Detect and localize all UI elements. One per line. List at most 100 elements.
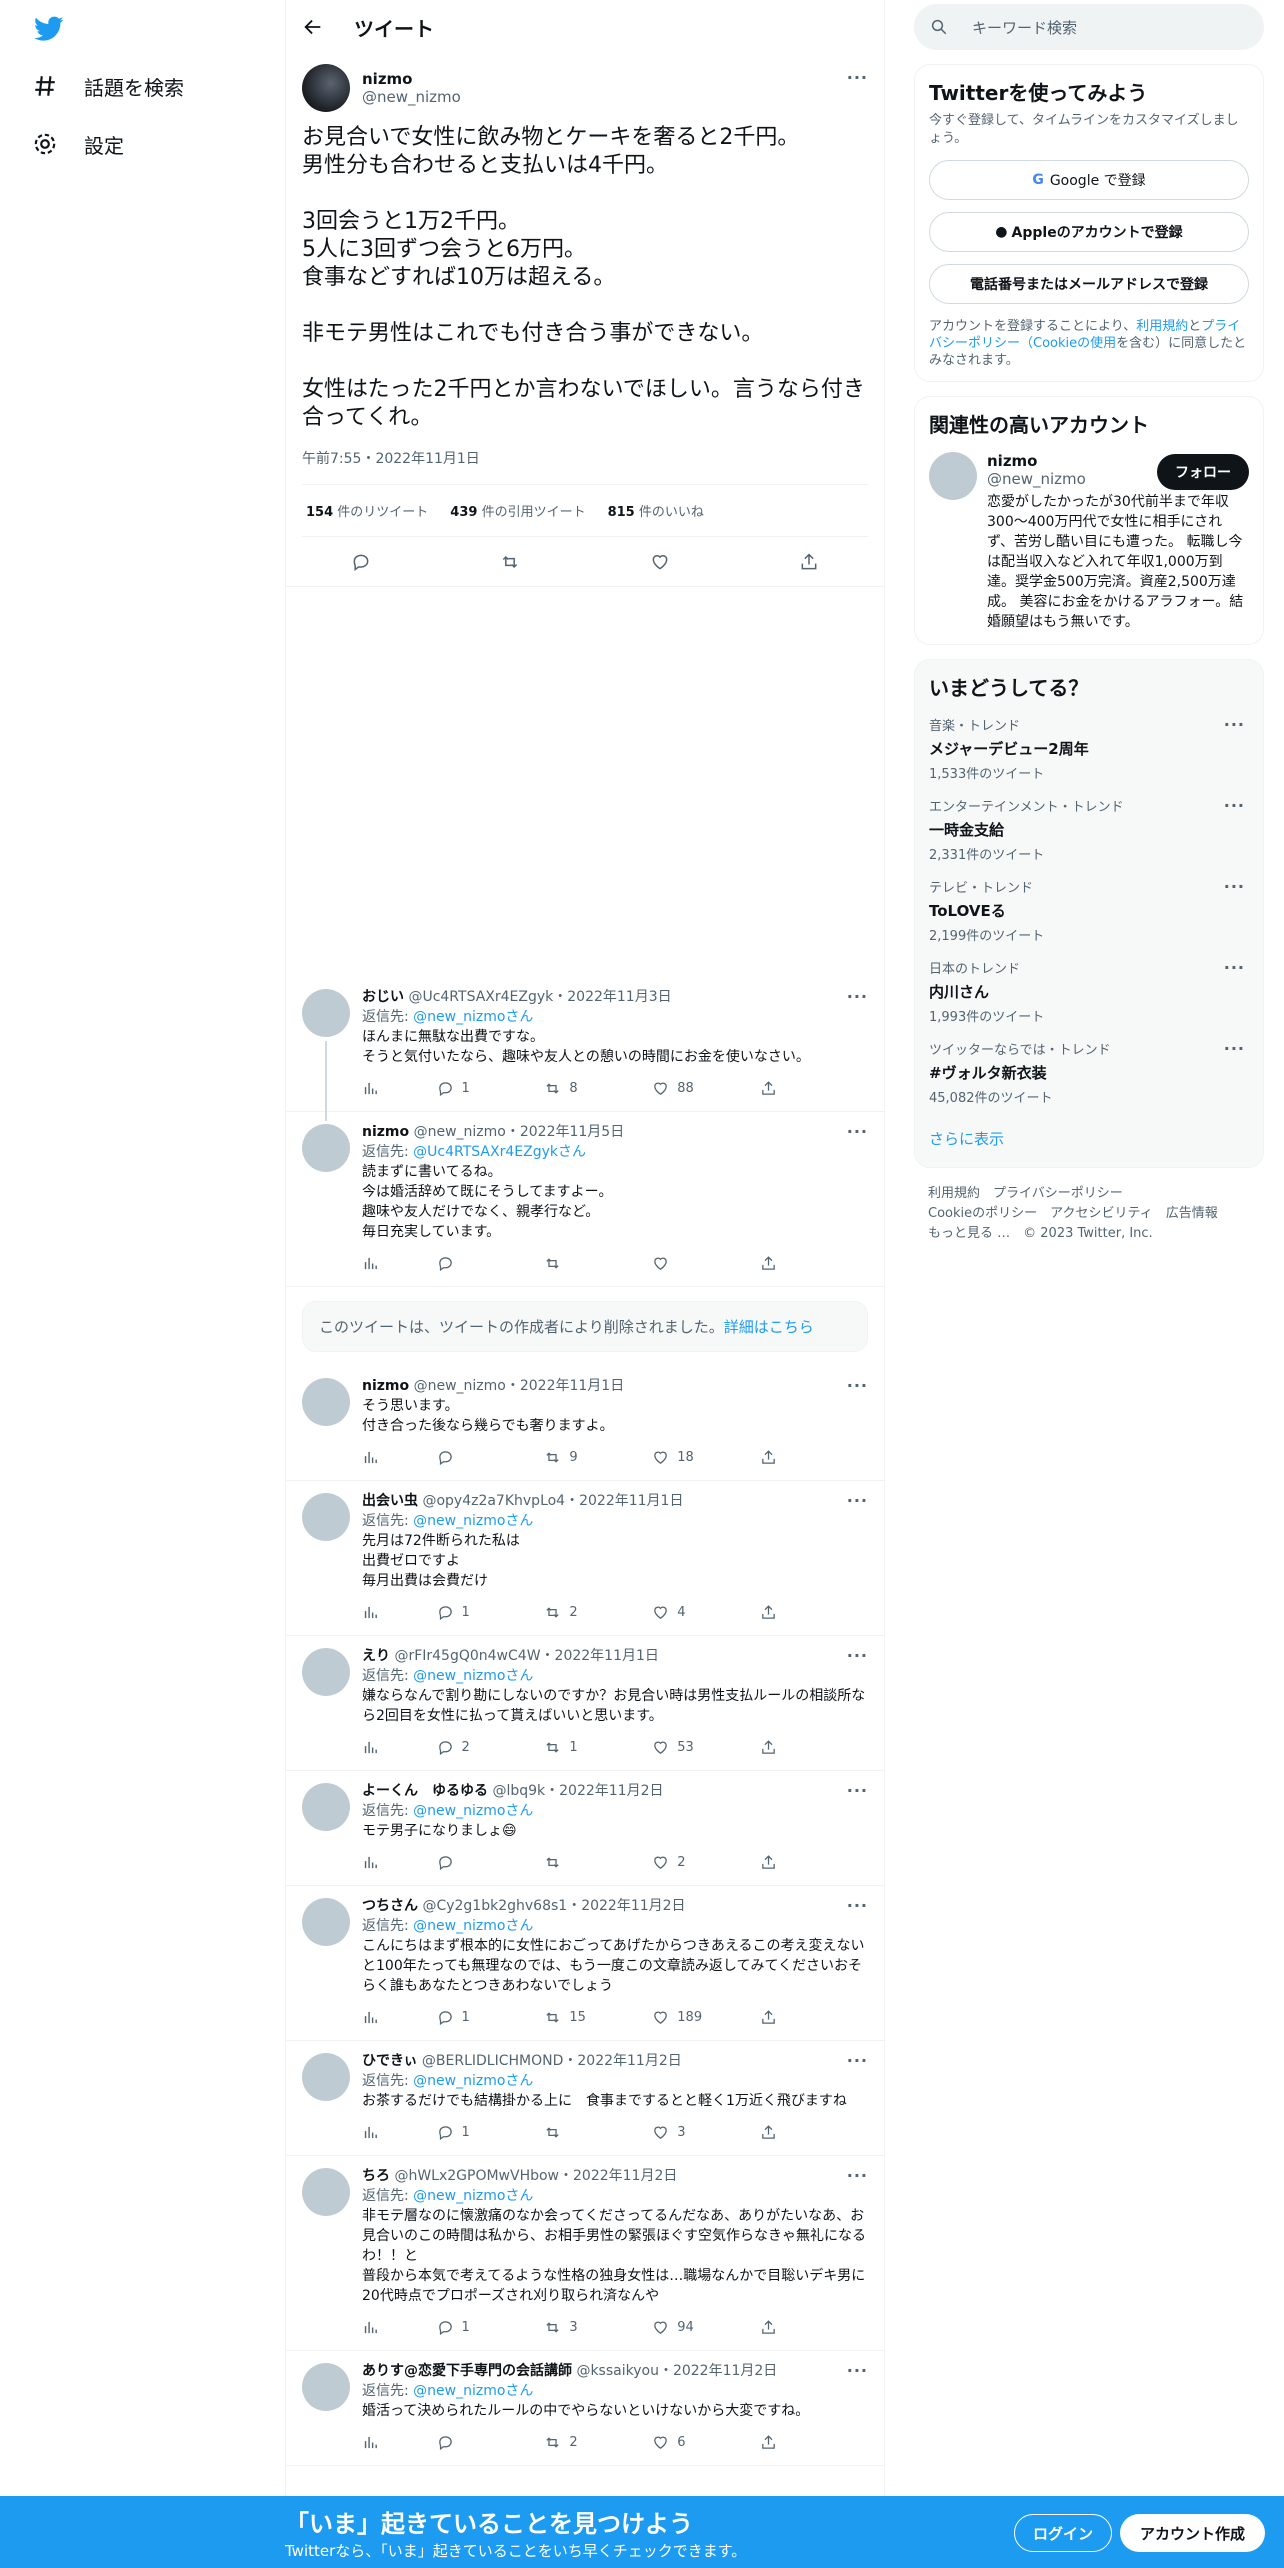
reply-author-handle[interactable]: @Uc4RTSAXr4EZgyk xyxy=(408,989,553,1005)
footer-ads[interactable]: 広告情報 xyxy=(1166,1206,1218,1221)
reply-to-handle[interactable]: @new_nizmoさん xyxy=(413,1803,533,1819)
author-handle[interactable]: @new_nizmo xyxy=(362,88,461,106)
more-options-icon[interactable]: ··· xyxy=(1224,958,1245,977)
like-icon[interactable] xyxy=(652,1854,669,1871)
share-icon[interactable] xyxy=(760,1080,777,1097)
retweet-icon[interactable] xyxy=(544,2319,561,2336)
reply-date[interactable]: 2022年11月2日 xyxy=(673,2363,777,2379)
like-icon[interactable] xyxy=(650,552,670,572)
like-icon[interactable] xyxy=(652,2319,669,2336)
trend-item[interactable]: ··· 音楽・トレンド メジャーデビュー2周年 1,533件のツイート xyxy=(929,715,1249,782)
reply-date[interactable]: 2022年11月5日 xyxy=(520,1124,624,1140)
reply-icon[interactable] xyxy=(437,1604,454,1621)
like-icon[interactable] xyxy=(652,2124,669,2141)
analytics-icon[interactable] xyxy=(362,2319,379,2336)
analytics-icon[interactable] xyxy=(362,2124,379,2141)
reply-author-name[interactable]: おじい xyxy=(362,989,404,1005)
share-icon[interactable] xyxy=(760,2009,777,2026)
footer-more[interactable]: もっと見る … xyxy=(928,1226,1010,1241)
share-icon[interactable] xyxy=(799,552,819,572)
retweet-icon[interactable] xyxy=(500,552,520,572)
more-options-icon[interactable]: ··· xyxy=(847,1122,868,1141)
reply-author-name[interactable]: 出会い虫 xyxy=(362,1493,418,1509)
trend-item[interactable]: ··· ツイッターならでは・トレンド #ヴォルタ新衣装 45,082件のツイート xyxy=(929,1039,1249,1106)
footer-accessibility[interactable]: アクセシビリティ xyxy=(1050,1206,1153,1221)
signup-button[interactable]: アカウント作成 xyxy=(1120,2514,1266,2552)
reply-tweet[interactable]: ··· つちさん @Cy2g1bk2ghv68s1・2022年11月2日 返信先… xyxy=(286,1886,884,2041)
tweet-timestamp[interactable]: 午前7:55・2022年11月1日 xyxy=(302,448,868,468)
reply-to-handle[interactable]: @new_nizmoさん xyxy=(413,2383,533,2399)
retweet-icon[interactable] xyxy=(544,2434,561,2451)
reply-icon[interactable] xyxy=(351,552,371,572)
like-icon[interactable] xyxy=(652,2434,669,2451)
more-options-icon[interactable]: ··· xyxy=(1224,715,1245,734)
footer-terms[interactable]: 利用規約 xyxy=(928,1186,980,1201)
retweet-icon[interactable] xyxy=(544,1604,561,1621)
reply-icon[interactable] xyxy=(437,1080,454,1097)
reply-date[interactable]: 2022年11月3日 xyxy=(567,989,671,1005)
reply-author-handle[interactable]: @rFIr45gQ0n4wC4W xyxy=(394,1648,540,1664)
more-options-icon[interactable]: ··· xyxy=(1224,877,1245,896)
like-icon[interactable] xyxy=(652,1604,669,1621)
reply-tweet[interactable]: ··· えり @rFIr45gQ0n4wC4W・2022年11月1日 返信先: … xyxy=(286,1636,884,1771)
share-icon[interactable] xyxy=(760,2124,777,2141)
reply-author-handle[interactable]: @hWLx2GPOMwVHbow xyxy=(394,2168,559,2184)
show-more-link[interactable]: さらに表示 xyxy=(929,1128,1249,1149)
share-icon[interactable] xyxy=(760,2434,777,2451)
author-name[interactable]: nizmo xyxy=(362,70,461,88)
more-options-icon[interactable]: ··· xyxy=(847,1646,868,1665)
reply-author-handle[interactable]: @kssaikyou xyxy=(576,2363,659,2379)
reply-date[interactable]: 2022年11月2日 xyxy=(577,2053,681,2069)
retweet-count[interactable]: 154 件のリツイート xyxy=(306,501,428,520)
phone-signup-button[interactable]: 電話番号またはメールアドレスで登録 xyxy=(929,264,1249,304)
login-button[interactable]: ログイン xyxy=(1014,2514,1113,2552)
search-input[interactable]: キーワード検索 xyxy=(914,4,1264,50)
analytics-icon[interactable] xyxy=(362,1739,379,1756)
reply-to-handle[interactable]: @Uc4RTSAXr4EZgykさん xyxy=(413,1144,586,1160)
analytics-icon[interactable] xyxy=(362,1449,379,1466)
retweet-icon[interactable] xyxy=(544,2124,561,2141)
reply-tweet[interactable]: ··· 出会い虫 @opy4z2a7KhvpLo4・2022年11月1日 返信先… xyxy=(286,1481,884,1636)
retweet-icon[interactable] xyxy=(544,1449,561,1466)
more-options-icon[interactable]: ··· xyxy=(847,1781,868,1800)
reply-icon[interactable] xyxy=(437,1739,454,1756)
more-options-icon[interactable]: ··· xyxy=(847,987,868,1006)
share-icon[interactable] xyxy=(760,1604,777,1621)
analytics-icon[interactable] xyxy=(362,1604,379,1621)
reply-to-handle[interactable]: @new_nizmoさん xyxy=(413,2073,533,2089)
reply-tweet[interactable]: ··· nizmo @new_nizmo・2022年11月5日 返信先: @Uc… xyxy=(286,1112,884,1287)
reply-icon[interactable] xyxy=(437,1854,454,1871)
more-options-icon[interactable]: ··· xyxy=(847,2166,868,2185)
reply-tweet[interactable]: ··· おじい @Uc4RTSAXr4EZgyk・2022年11月3日 返信先:… xyxy=(286,977,884,1121)
share-icon[interactable] xyxy=(760,1854,777,1871)
analytics-icon[interactable] xyxy=(362,2434,379,2451)
reply-to-handle[interactable]: @new_nizmoさん xyxy=(413,2188,533,2204)
footer-privacy[interactable]: プライバシーポリシー xyxy=(993,1186,1123,1201)
share-icon[interactable] xyxy=(760,2319,777,2336)
reply-icon[interactable] xyxy=(437,2434,454,2451)
follow-button[interactable]: フォロー xyxy=(1157,454,1249,490)
reply-author-handle[interactable]: @new_nizmo xyxy=(414,1378,506,1394)
reply-date[interactable]: 2022年11月1日 xyxy=(579,1493,683,1509)
nav-explore[interactable]: 話題を検索 xyxy=(32,66,184,106)
reply-date[interactable]: 2022年11月1日 xyxy=(555,1648,659,1664)
reply-author-handle[interactable]: @Cy2g1bk2ghv68s1 xyxy=(422,1898,567,1914)
details-link[interactable]: 詳細はこちら xyxy=(724,1318,814,1336)
reply-tweet[interactable]: ··· nizmo @new_nizmo・2022年11月1日 そう思います。 … xyxy=(286,1366,884,1481)
retweet-icon[interactable] xyxy=(544,1854,561,1871)
reply-author-name[interactable]: つちさん xyxy=(362,1898,418,1914)
trend-item[interactable]: ··· 日本のトレンド 内川さん 1,993件のツイート xyxy=(929,958,1249,1025)
like-icon[interactable] xyxy=(652,2009,669,2026)
analytics-icon[interactable] xyxy=(362,1080,379,1097)
avatar[interactable] xyxy=(302,2363,350,2411)
like-icon[interactable] xyxy=(652,1449,669,1466)
reply-icon[interactable] xyxy=(437,1255,454,1272)
reply-author-name[interactable]: えり xyxy=(362,1648,390,1664)
like-icon[interactable] xyxy=(652,1739,669,1756)
reply-to-handle[interactable]: @new_nizmoさん xyxy=(413,1513,533,1529)
reply-tweet[interactable]: ··· よーくん ゆるゆる @lbq9k・2022年11月2日 返信先: @ne… xyxy=(286,1771,884,1886)
reply-author-name[interactable]: ひできぃ xyxy=(362,2053,417,2069)
reply-date[interactable]: 2022年11月1日 xyxy=(520,1378,624,1394)
avatar[interactable] xyxy=(302,2053,350,2101)
retweet-icon[interactable] xyxy=(544,1080,561,1097)
